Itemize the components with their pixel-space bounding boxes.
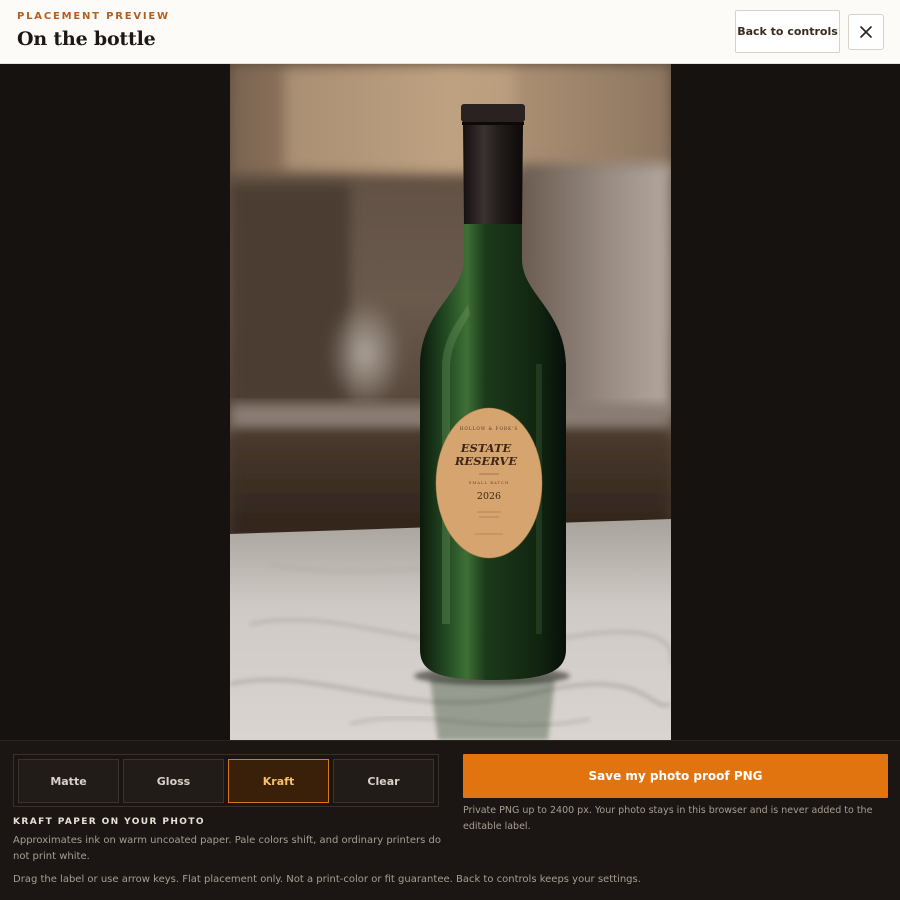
page-title: On the bottle <box>17 28 156 50</box>
finish-selector: Matte Gloss Kraft Clear <box>13 754 439 807</box>
drag-instructions: Drag the label or use arrow keys. Flat p… <box>13 874 641 885</box>
label-subtitle: SMALL BATCH <box>469 480 510 485</box>
preview-stage: HOLLOW & FORK'S ESTATE RESERVE SMALL BAT… <box>0 64 900 740</box>
label-title-line1: ESTATE <box>460 441 512 455</box>
finish-kraft-button[interactable]: Kraft <box>228 759 329 803</box>
label-year: 2026 <box>477 491 501 502</box>
finish-description: Approximates ink on warm uncoated paper.… <box>13 835 441 862</box>
preview-header: PLACEMENT PREVIEW On the bottle Back to … <box>0 0 900 64</box>
save-note: Private PNG up to 2400 px. Your photo st… <box>463 805 873 832</box>
finish-matte-button[interactable]: Matte <box>18 759 119 803</box>
back-to-controls-button[interactable]: Back to controls <box>735 10 840 53</box>
bottle-photo: HOLLOW & FORK'S ESTATE RESERVE SMALL BAT… <box>230 64 671 740</box>
close-icon <box>860 26 872 38</box>
section-eyebrow: PLACEMENT PREVIEW <box>17 11 170 22</box>
finish-clear-button[interactable]: Clear <box>333 759 434 803</box>
finish-gloss-button[interactable]: Gloss <box>123 759 224 803</box>
finish-section-label: KRAFT PAPER ON YOUR PHOTO <box>13 817 205 827</box>
label-overlay[interactable]: HOLLOW & FORK'S ESTATE RESERVE SMALL BAT… <box>435 407 543 559</box>
close-button[interactable] <box>848 14 884 50</box>
label-eyebrow: HOLLOW & FORK'S <box>460 426 518 431</box>
save-photo-proof-button[interactable]: Save my photo proof PNG <box>463 754 888 798</box>
controls-panel: Matte Gloss Kraft Clear KRAFT PAPER ON Y… <box>0 740 900 900</box>
label-title-line2: RESERVE <box>454 454 517 468</box>
